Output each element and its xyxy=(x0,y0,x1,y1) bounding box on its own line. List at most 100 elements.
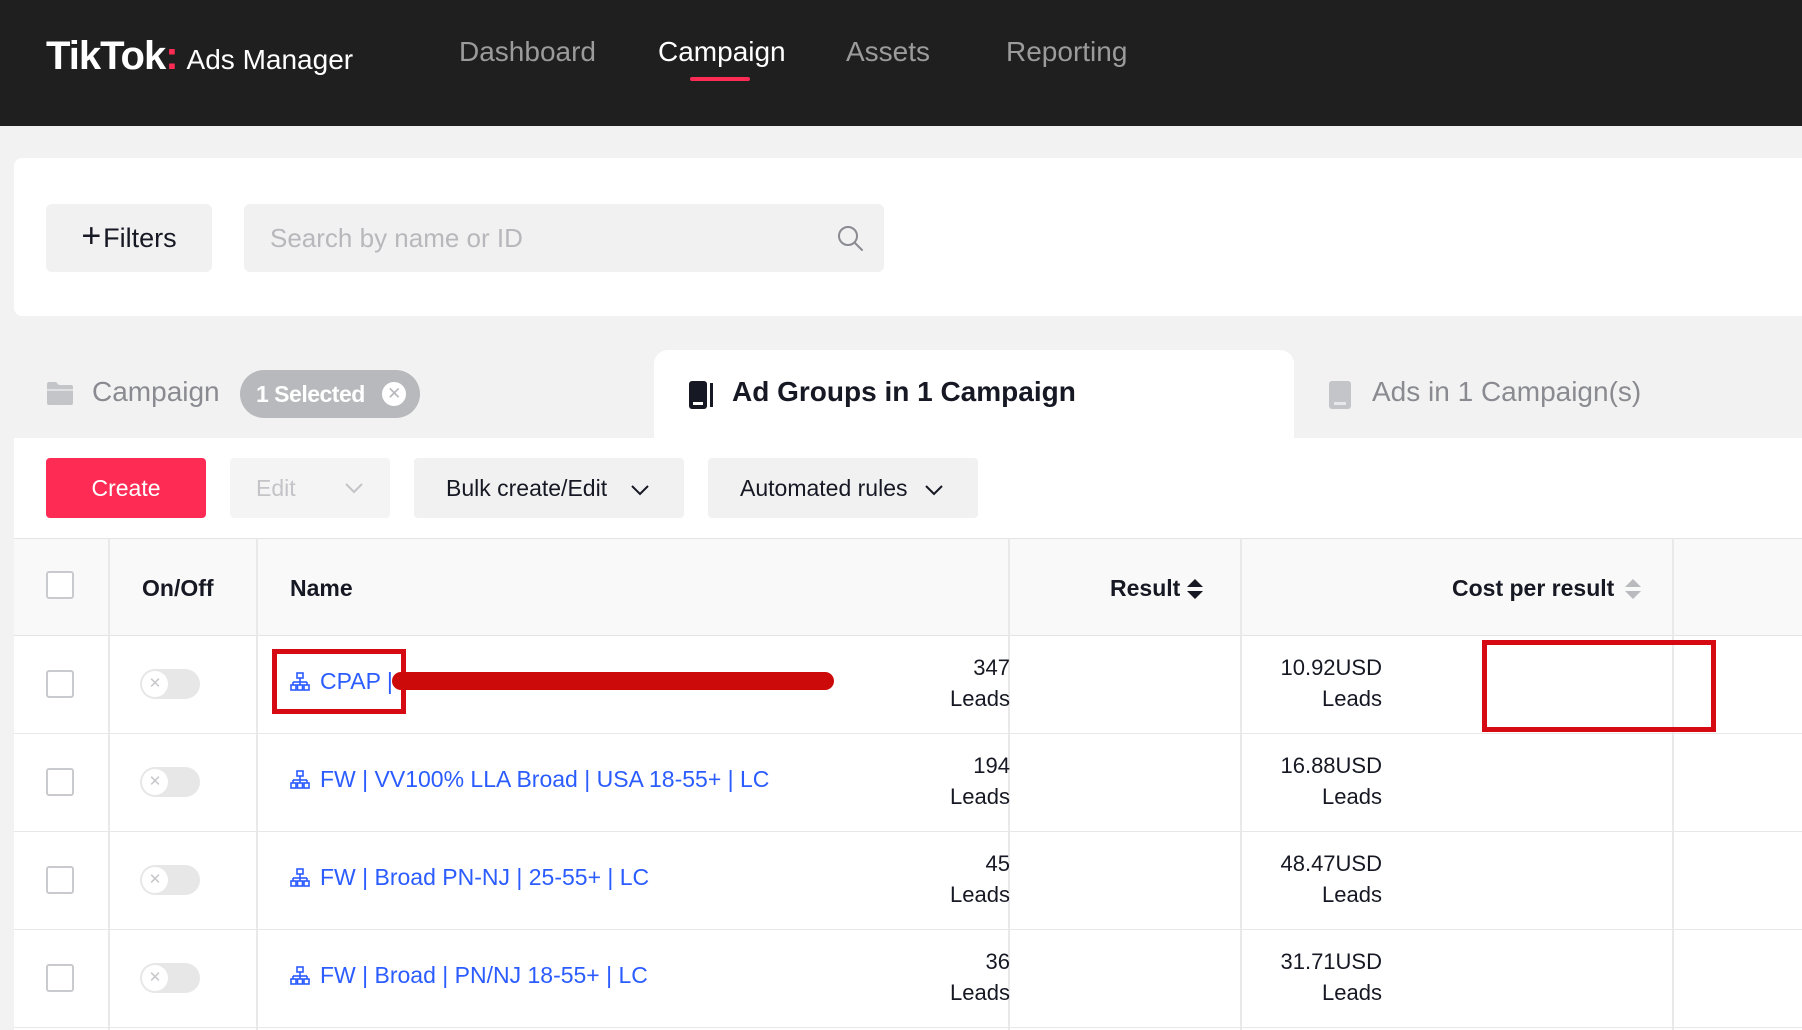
toggle-off-icon: ✕ xyxy=(142,769,168,795)
cost-per-result-cell: 48.47USD Leads xyxy=(1280,848,1382,910)
toggle-off-icon: ✕ xyxy=(142,965,168,991)
annotation-highlight-name xyxy=(272,649,406,714)
ad-group-name: FW | VV100% LLA Broad | USA 18-55+ | LC xyxy=(320,766,770,792)
rules-button-label: Automated rules xyxy=(740,474,908,501)
brand-name: TikTok xyxy=(46,34,166,78)
column-header-result[interactable]: Result xyxy=(1110,575,1180,602)
row-checkbox[interactable] xyxy=(46,768,74,796)
create-button-label: Create xyxy=(91,474,161,501)
cost-value: 10.92USD xyxy=(1280,655,1382,680)
tab-campaign[interactable]: Campaign 1 Selected ✕ xyxy=(14,350,654,438)
search-input[interactable] xyxy=(244,204,804,272)
bulk-create-edit-button[interactable]: Bulk create/Edit xyxy=(414,458,684,518)
annotation-highlight-cost xyxy=(1482,640,1716,732)
result-unit: Leads xyxy=(950,882,1010,907)
add-filters-button[interactable]: + Filters xyxy=(46,204,212,272)
ad-group-name-link[interactable]: FW | VV100% LLA Broad | USA 18-55+ | LC xyxy=(290,766,769,793)
selected-campaigns-chip[interactable]: 1 Selected ✕ xyxy=(240,370,420,418)
sort-icon[interactable] xyxy=(1624,577,1642,601)
bulk-button-label: Bulk create/Edit xyxy=(446,474,608,501)
cost-unit: Leads xyxy=(1322,882,1382,907)
cost-unit: Leads xyxy=(1322,980,1382,1005)
chevron-down-icon xyxy=(345,483,363,494)
search-box xyxy=(244,204,884,272)
select-all-checkbox[interactable] xyxy=(46,571,74,599)
result-unit: Leads xyxy=(950,784,1010,809)
on-off-toggle[interactable]: ✕ xyxy=(140,669,200,699)
cost-per-result-cell: 16.88USD Leads xyxy=(1280,750,1382,812)
result-value: 45 xyxy=(985,851,1010,876)
column-header-cost-per-result[interactable]: Cost per result xyxy=(1452,575,1614,602)
ad-group-name-link[interactable]: FW | Broad | PN/NJ 18-55+ | LC xyxy=(290,962,648,989)
nav-reporting[interactable]: Reporting xyxy=(1006,36,1127,68)
result-cell: 194 Leads xyxy=(950,750,1010,812)
folder-icon xyxy=(47,382,73,405)
row-checkbox[interactable] xyxy=(46,866,74,894)
cost-value: 48.47USD xyxy=(1280,851,1382,876)
result-unit: Leads xyxy=(950,686,1010,711)
on-off-toggle[interactable]: ✕ xyxy=(140,963,200,993)
ad-icon xyxy=(1329,381,1351,409)
result-value: 347 xyxy=(973,655,1010,680)
result-cell: 347 Leads xyxy=(950,652,1010,714)
toggle-off-icon: ✕ xyxy=(142,671,168,697)
selected-chip-label: 1 Selected xyxy=(256,380,365,407)
ad-group-icon xyxy=(689,381,713,409)
result-cell: 45 Leads xyxy=(950,848,1010,910)
cost-value: 31.71USD xyxy=(1280,949,1382,974)
sort-icon[interactable] xyxy=(1186,577,1204,601)
tab-campaign-label: Campaign xyxy=(92,376,220,407)
result-value: 36 xyxy=(985,949,1010,974)
plus-icon: + xyxy=(81,217,102,255)
toggle-off-icon: ✕ xyxy=(142,867,168,893)
create-button[interactable]: Create xyxy=(46,458,206,518)
result-unit: Leads xyxy=(950,980,1010,1005)
row-checkbox[interactable] xyxy=(46,964,74,992)
ad-group-tree-icon xyxy=(290,769,310,789)
search-icon[interactable] xyxy=(836,224,864,252)
table-header: On/Off Name Result Cost per result xyxy=(14,538,1802,636)
nav-dashboard[interactable]: Dashboard xyxy=(459,36,596,68)
ad-group-name: FW | Broad PN-NJ | 25-55+ | LC xyxy=(320,864,650,890)
filters-button-label: Filters xyxy=(103,222,177,253)
nav-assets[interactable]: Assets xyxy=(846,36,930,68)
nav-active-indicator xyxy=(690,77,750,81)
tab-ads[interactable]: Ads in 1 Campaign(s) xyxy=(1294,350,1802,438)
result-value: 194 xyxy=(973,753,1010,778)
ad-group-tree-icon xyxy=(290,867,310,887)
on-off-toggle[interactable]: ✕ xyxy=(140,767,200,797)
chevron-down-icon xyxy=(631,485,649,496)
nav-campaign[interactable]: Campaign xyxy=(658,36,786,68)
chevron-down-icon xyxy=(925,485,943,496)
edit-dropdown-button[interactable]: Edit xyxy=(230,458,390,518)
cost-value: 16.88USD xyxy=(1280,753,1382,778)
cost-per-result-cell: 10.92USD Leads xyxy=(1280,652,1382,714)
ad-group-name: FW | Broad | PN/NJ 18-55+ | LC xyxy=(320,962,648,988)
cost-per-result-cell: 31.71USD Leads xyxy=(1280,946,1382,1008)
column-header-name[interactable]: Name xyxy=(290,575,353,602)
result-cell: 36 Leads xyxy=(950,946,1010,1008)
table-row[interactable]: ✕ FW | Broad PN-NJ | 25-55+ | LC 45 Lead… xyxy=(14,832,1802,930)
tab-ad-groups-label: Ad Groups in 1 Campaign xyxy=(732,376,1076,407)
tiktok-ads-manager-logo[interactable]: TikTok: Ads Manager xyxy=(46,34,353,79)
cost-unit: Leads xyxy=(1322,686,1382,711)
ad-groups-panel: Create Edit Bulk create/Edit Automated r… xyxy=(14,438,1802,1030)
ad-group-name-link[interactable]: FW | Broad PN-NJ | 25-55+ | LC xyxy=(290,864,649,891)
edit-button-label: Edit xyxy=(256,474,296,501)
table-row[interactable]: ✕ FW | Broad | PN/NJ 18-55+ | LC 36 Lead… xyxy=(14,930,1802,1028)
on-off-toggle[interactable]: ✕ xyxy=(140,865,200,895)
brand-subtitle: Ads Manager xyxy=(186,44,354,75)
automated-rules-button[interactable]: Automated rules xyxy=(708,458,978,518)
row-checkbox[interactable] xyxy=(46,670,74,698)
top-navigation-bar: TikTok: Ads Manager Dashboard Campaign As… xyxy=(0,0,1802,126)
cost-unit: Leads xyxy=(1322,784,1382,809)
table-row[interactable]: ✕ FW | VV100% LLA Broad | USA 18-55+ | L… xyxy=(14,734,1802,832)
brand-colon: : xyxy=(165,34,179,78)
ad-group-tree-icon xyxy=(290,965,310,985)
tab-ad-groups[interactable]: Ad Groups in 1 Campaign xyxy=(654,350,1294,440)
filter-panel: + Filters xyxy=(14,158,1802,316)
clear-selection-icon[interactable]: ✕ xyxy=(382,382,406,406)
column-header-onoff: On/Off xyxy=(142,575,214,601)
annotation-redaction-bar xyxy=(392,672,834,690)
tab-ads-label: Ads in 1 Campaign(s) xyxy=(1372,376,1642,407)
